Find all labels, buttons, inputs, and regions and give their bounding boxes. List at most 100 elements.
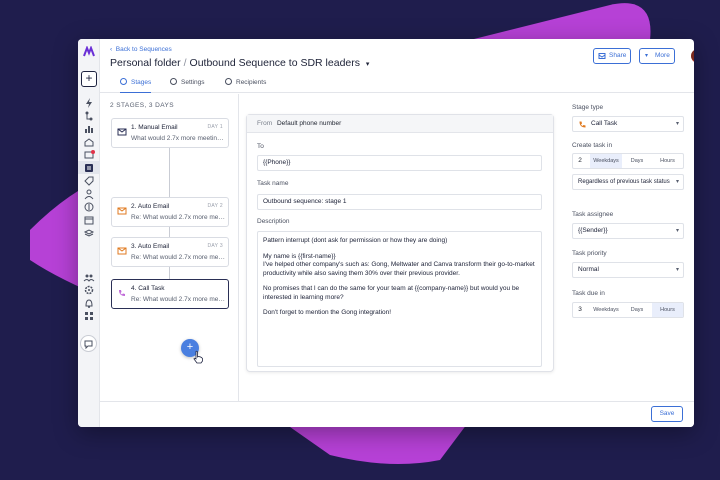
team-icon[interactable]: [83, 271, 95, 283]
priority-value: Normal: [578, 266, 599, 273]
stages-icon: [120, 78, 127, 85]
settings-icon: [170, 78, 177, 85]
auto-email-icon: [117, 247, 127, 255]
stage-card-auto-email[interactable]: 2. Auto Email DAY 2 Re: What would 2.7x …: [111, 197, 229, 227]
stage-name: 4. Call Task: [131, 285, 165, 292]
tag-icon[interactable]: [83, 175, 95, 187]
stages-panel: 2 STAGES, 3 DAYS 1. Manual Email DAY 1 W…: [100, 94, 239, 404]
phone-icon: [119, 290, 125, 296]
lightning-icon[interactable]: [83, 97, 95, 109]
more-label: More: [655, 52, 670, 59]
stages-summary: 2 STAGES, 3 DAYS: [110, 102, 174, 109]
stage-day: DAY 1: [207, 124, 223, 130]
user-icon[interactable]: [83, 188, 95, 200]
stage-name: 3. Auto Email: [131, 243, 170, 250]
tab-settings[interactable]: Settings: [170, 77, 205, 93]
chevron-down-icon: ▾: [675, 121, 679, 127]
save-button[interactable]: Save: [651, 406, 683, 422]
assignee-label: Task assignee: [572, 211, 614, 218]
chevron-down-icon: ▾: [675, 228, 679, 234]
branch-icon[interactable]: [83, 110, 95, 122]
description-line: No promises that I can do the same for y…: [263, 285, 520, 301]
stage-card-manual-email[interactable]: 1. Manual Email DAY 1 What would 2.7x mo…: [111, 118, 229, 148]
grid-icon[interactable]: [83, 310, 95, 322]
call-task-editor: From Default phone number To {{Phone}} T…: [246, 114, 554, 372]
recipients-icon: [225, 78, 232, 85]
avatar[interactable]: [691, 49, 694, 63]
bell-icon[interactable]: [83, 297, 95, 309]
sequences-icon[interactable]: [83, 162, 95, 174]
due-hours-option[interactable]: Hours: [652, 303, 683, 317]
due-number[interactable]: 3: [573, 303, 587, 317]
task-condition-select[interactable]: Regardless of previous task status ▾: [572, 174, 684, 190]
back-to-sequences-link[interactable]: ‹ Back to Sequences: [110, 46, 172, 53]
icon-rail: +: [78, 39, 100, 427]
due-days-option[interactable]: Days: [622, 303, 652, 317]
app-window: + ‹ Back to Sequences Personal folder / Ou…: [78, 39, 694, 427]
stage-subject: Re: What would 2.7x more meet...: [131, 254, 226, 261]
inbox-icon[interactable]: [83, 136, 95, 148]
share-label: Share: [609, 52, 627, 59]
task-name-label: Task name: [257, 180, 289, 187]
stage-type-select[interactable]: Call Task ▾: [572, 116, 684, 132]
phone-icon: [579, 121, 586, 128]
back-link-label: Back to Sequences: [115, 46, 172, 53]
more-button[interactable]: ▾ More: [639, 48, 675, 64]
bar-chart-icon[interactable]: [83, 123, 95, 135]
create-task-days-option[interactable]: Days: [622, 154, 652, 168]
due-label: Task due in: [572, 290, 605, 297]
breadcrumb: Personal folder / Outbound Sequence to SDR…: [110, 57, 370, 69]
chevron-down-icon: ▾: [673, 175, 679, 189]
stage-card-auto-email[interactable]: 3. Auto Email DAY 3 Re: What would 2.7x …: [111, 237, 229, 267]
from-row[interactable]: From Default phone number: [247, 115, 553, 133]
stage-type-label: Stage type: [572, 104, 604, 111]
create-task-hours-option[interactable]: Hours: [652, 154, 683, 168]
tab-recipients[interactable]: Recipients: [225, 77, 266, 93]
from-label: From: [257, 120, 273, 127]
tab-label: Settings: [181, 79, 205, 86]
stage-subject: What would 2.7x more meetings...: [131, 135, 226, 142]
description-line: Pattern interrupt (dont ask for permissi…: [263, 237, 448, 244]
stage-subject: Re: What would 2.7x more meet...: [131, 296, 226, 303]
create-task-number[interactable]: 2: [573, 154, 587, 168]
due-weekdays-option[interactable]: Weekdays: [590, 303, 622, 317]
manual-email-icon: [117, 128, 127, 136]
tab-bar: Stages Settings Recipients: [100, 77, 694, 93]
priority-select[interactable]: Normal ▾: [572, 262, 684, 278]
auto-email-icon: [117, 207, 127, 215]
tab-stages[interactable]: Stages: [120, 77, 152, 93]
stage-name: 1. Manual Email: [131, 124, 178, 131]
stage-name: 2. Auto Email: [131, 203, 170, 210]
stage-type-value: Call Task: [591, 120, 618, 127]
to-field[interactable]: {{Phone}}: [257, 155, 542, 171]
create-task-weekdays-option[interactable]: Weekdays: [590, 154, 622, 168]
create-task-label: Create task in: [572, 142, 613, 149]
stage-day: DAY 3: [207, 243, 223, 249]
description-label: Description: [257, 218, 290, 225]
assignee-select[interactable]: {{Sender}} ▾: [572, 223, 684, 239]
task-name-field[interactable]: Outbound sequence: stage 1: [257, 194, 542, 210]
to-label: To: [257, 143, 264, 150]
description-line: I've helped other company's such as: Gon…: [263, 261, 535, 277]
editor-footer: Save: [100, 401, 694, 427]
stage-day: DAY 2: [207, 203, 223, 209]
sequence-name[interactable]: Outbound Sequence to SDR leaders: [190, 57, 360, 69]
app-logo-icon[interactable]: [83, 46, 95, 58]
tab-label: Stages: [131, 79, 152, 86]
mail-icon[interactable]: [83, 149, 95, 161]
share-button[interactable]: Share: [593, 48, 631, 64]
layers-icon[interactable]: [83, 227, 95, 239]
gear-icon[interactable]: [83, 284, 95, 296]
stage-subject: Re: What would 2.7x more meet...: [131, 214, 226, 221]
description-line: Don't forget to mention the Gong integra…: [263, 309, 392, 316]
calendar-icon[interactable]: [83, 214, 95, 226]
folder-name[interactable]: Personal folder: [110, 57, 181, 69]
stage-card-call-task[interactable]: 4. Call Task Re: What would 2.7x more me…: [111, 279, 229, 309]
create-new-button[interactable]: +: [81, 71, 97, 87]
hand-cursor-icon: [193, 350, 203, 364]
dollar-icon[interactable]: [83, 201, 95, 213]
description-editor[interactable]: Pattern interrupt (dont ask for permissi…: [257, 231, 542, 367]
chevron-down-icon[interactable]: ▾: [366, 61, 370, 68]
help-chat-icon[interactable]: [80, 335, 97, 352]
description-line: My name is {{first-name}}: [263, 252, 336, 260]
